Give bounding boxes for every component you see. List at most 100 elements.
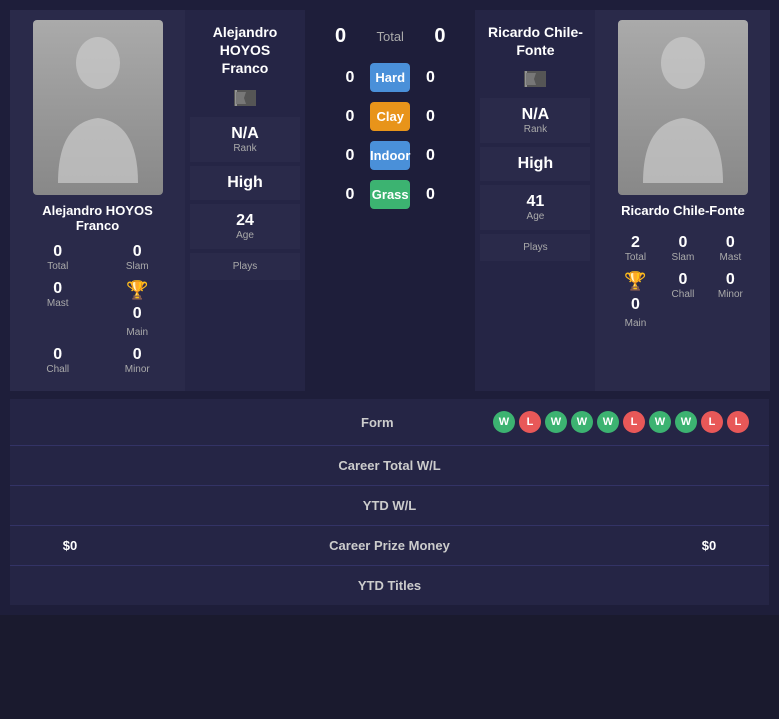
prize-left: $0 xyxy=(30,538,110,553)
clay-left: 0 xyxy=(335,108,365,126)
form-badge-6: W xyxy=(649,411,671,433)
total-left: 0 xyxy=(335,25,346,48)
player1-card: Alejandro HOYOS Franco 0 Total 0 Slam 0 … xyxy=(10,10,185,391)
court-clay-btn: Clay xyxy=(370,102,410,131)
player2-age-value: 41 xyxy=(484,193,586,211)
player1-trophy-icon: 🏆 xyxy=(126,280,148,301)
player2-trophy-icon: 🏆 xyxy=(624,271,646,292)
form-badge-0: W xyxy=(493,411,515,433)
player2-slam-cell: 0 Slam xyxy=(670,232,697,265)
court-hard-btn: Hard xyxy=(370,63,410,92)
player1-rank-label: Rank xyxy=(194,143,296,154)
player2-stats: 2 Total 0 Slam 0 Mast 🏆 0 Main 0 xyxy=(605,232,760,331)
player1-rank-block: N/A Rank xyxy=(190,117,300,162)
form-badge-5: L xyxy=(623,411,645,433)
top-section: Alejandro HOYOS Franco 0 Total 0 Slam 0 … xyxy=(10,10,769,391)
player1-age-value: 24 xyxy=(194,212,296,230)
grass-left: 0 xyxy=(335,186,365,204)
player2-minor-label: Minor xyxy=(718,289,743,300)
player2-mast-label: Mast xyxy=(720,252,742,263)
player1-flag xyxy=(234,90,256,111)
player2-age-label: Age xyxy=(484,211,586,222)
player2-high-value: High xyxy=(484,155,586,173)
total-right: 0 xyxy=(434,25,445,48)
player2-card: Ricardo Chile-Fonte 2 Total 0 Slam 0 Mas… xyxy=(595,10,770,391)
career-wl-row: Career Total W/L xyxy=(10,446,769,486)
player1-mast-label: Mast xyxy=(47,298,69,309)
player2-plays-label: Plays xyxy=(484,242,586,253)
form-badge-3: W xyxy=(571,411,593,433)
player2-total-value: 2 xyxy=(631,234,640,252)
player1-chall-value: 0 xyxy=(53,346,62,364)
form-badge-1: L xyxy=(519,411,541,433)
player2-rank-block: N/A Rank xyxy=(480,98,590,143)
player2-total-cell: 2 Total xyxy=(605,232,665,265)
player1-total-cell: 0 Total xyxy=(20,241,96,274)
ytd-wl-row: YTD W/L xyxy=(10,486,769,526)
player1-trophy-cell: 🏆 0 Main xyxy=(100,278,176,340)
player2-flag xyxy=(524,71,546,92)
hard-left: 0 xyxy=(335,69,365,87)
indoor-left: 0 xyxy=(335,147,365,165)
player1-mast-cell: 0 Mast xyxy=(20,278,96,340)
form-badges: W L W W W L W W L L xyxy=(493,411,749,433)
player2-mast-cell: 0 Mast xyxy=(700,232,760,265)
player1-minor-value: 0 xyxy=(133,346,142,364)
player2-slam-label: Slam xyxy=(672,252,695,263)
ytd-titles-label: YTD Titles xyxy=(270,578,510,593)
player2-main-value: 0 xyxy=(631,296,640,314)
player1-rank-value: N/A xyxy=(194,125,296,143)
ytd-titles-row: YTD Titles xyxy=(10,566,769,605)
player1-age-label: Age xyxy=(194,230,296,241)
player1-avatar xyxy=(33,20,163,195)
player1-slam-label: Slam xyxy=(126,261,149,272)
total-row: 0 Total 0 xyxy=(315,15,465,58)
court-indoor-btn: Indoor xyxy=(370,141,410,170)
player1-slam-cell: 0 Slam xyxy=(100,241,176,274)
form-badge-9: L xyxy=(727,411,749,433)
player2-minor-value: 0 xyxy=(726,271,735,289)
player2-chall-label: Chall xyxy=(672,289,695,300)
player1-main-value: 0 xyxy=(133,305,142,323)
player1-middle: Alejandro HOYOS Franco N/A Rank High 24 … xyxy=(185,10,305,391)
player2-name: Ricardo Chile-Fonte xyxy=(621,203,745,218)
player2-main-label: Main xyxy=(625,318,647,329)
form-badge-8: L xyxy=(701,411,723,433)
player1-chall-label: Chall xyxy=(46,364,69,375)
player1-plays-block: Plays xyxy=(190,253,300,280)
player2-total-label: Total xyxy=(625,252,646,263)
form-badge-2: W xyxy=(545,411,567,433)
court-grass-btn: Grass xyxy=(370,180,410,209)
player2-high-block: High xyxy=(480,147,590,181)
player2-mast-value: 0 xyxy=(726,234,735,252)
center-section: 0 Total 0 0 Hard 0 0 Clay 0 0 Indoor 0 0 xyxy=(305,10,475,391)
player2-age-block: 41 Age xyxy=(480,185,590,230)
ytd-wl-label: YTD W/L xyxy=(270,498,510,513)
player1-mast-value: 0 xyxy=(53,280,62,298)
player2-slam-value: 0 xyxy=(678,234,687,252)
career-wl-label: Career Total W/L xyxy=(270,458,510,473)
player1-stats: 0 Total 0 Slam 0 Mast 🏆 0 Main 0 xyxy=(20,241,175,377)
prize-row: $0 Career Prize Money $0 xyxy=(10,526,769,566)
player1-slam-value: 0 xyxy=(133,243,142,261)
form-row: Form W L W W W L W W L L xyxy=(10,399,769,446)
player1-name: Alejandro HOYOS Franco xyxy=(20,203,175,233)
player2-rank-value: N/A xyxy=(484,106,586,124)
player1-high-block: High xyxy=(190,166,300,200)
player1-total-value: 0 xyxy=(53,243,62,261)
court-indoor-row: 0 Indoor 0 xyxy=(315,136,465,175)
hard-right: 0 xyxy=(415,69,445,87)
court-hard-row: 0 Hard 0 xyxy=(315,58,465,97)
player2-avatar xyxy=(618,20,748,195)
form-label: Form xyxy=(262,415,494,430)
player2-header-name: Ricardo Chile-Fonte xyxy=(480,15,590,67)
court-clay-row: 0 Clay 0 xyxy=(315,97,465,136)
player2-trophy-cell: 🏆 0 Main xyxy=(605,269,665,331)
player1-age-block: 24 Age xyxy=(190,204,300,249)
player2-rank-label: Rank xyxy=(484,124,586,135)
indoor-right: 0 xyxy=(415,147,445,165)
player1-plays-label: Plays xyxy=(194,261,296,272)
grass-right: 0 xyxy=(415,186,445,204)
player2-minor-cell: 0 Minor xyxy=(700,269,760,331)
player1-total-label: Total xyxy=(47,261,68,272)
